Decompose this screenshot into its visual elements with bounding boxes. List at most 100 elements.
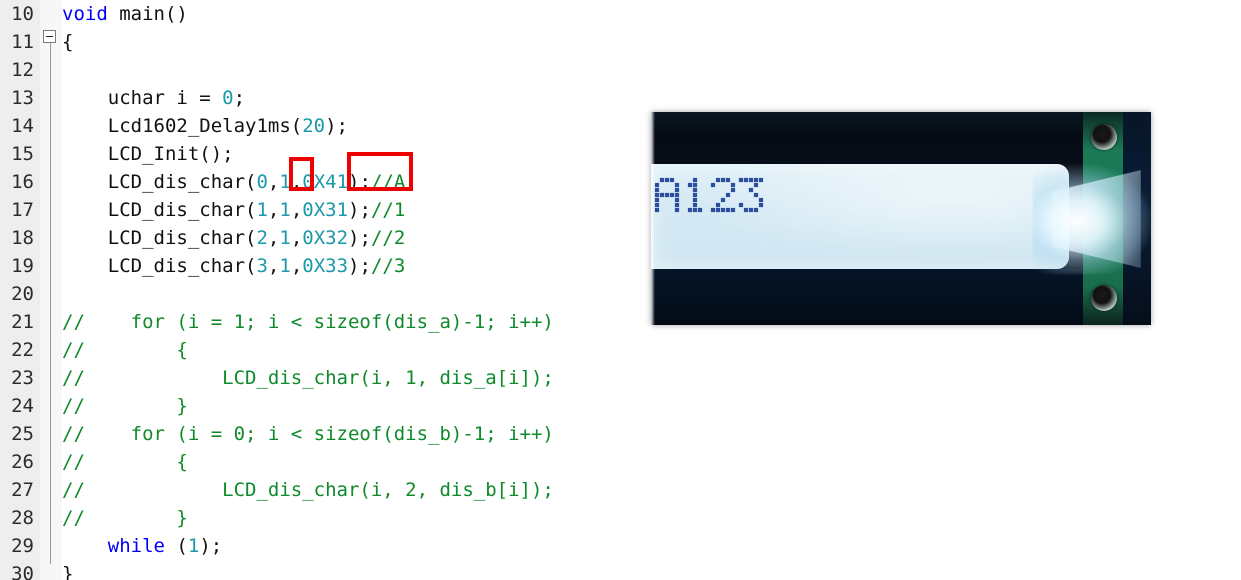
code-token: ,	[267, 199, 280, 221]
line-number: 21	[11, 311, 34, 333]
code-token: );	[348, 171, 371, 193]
code-token: void	[62, 3, 108, 25]
code-token: {	[62, 31, 74, 53]
code-token: LCD_dis_char(	[62, 227, 257, 249]
line-number: 25	[11, 423, 34, 445]
code-line-text: while (1);	[62, 532, 222, 560]
lcd-screen-area	[651, 164, 1069, 269]
line-number: 11	[11, 31, 34, 53]
code-token: ,	[267, 255, 280, 277]
code-token: // for (i = 1; i < sizeof(dis_a)-1; i++)	[62, 311, 554, 333]
code-token: 3	[256, 255, 268, 277]
code-line[interactable]: 25 // for (i = 0; i < sizeof(dis_b)-1; i+…	[0, 420, 1241, 448]
code-line-text: void main()	[62, 0, 188, 28]
line-number: 10	[11, 3, 34, 25]
code-token: ,	[290, 171, 303, 193]
code-token: LCD_Init();	[62, 143, 234, 165]
code-token: );	[348, 199, 371, 221]
line-number: 22	[11, 339, 34, 361]
lcd-glyph-1	[683, 178, 707, 212]
line-number: 20	[11, 283, 34, 305]
code-line-text: // LCD_dis_char(i, 1, dis_a[i]);	[62, 364, 554, 392]
line-number: 12	[11, 59, 34, 81]
code-line[interactable]: 29 while (1);	[0, 532, 1241, 560]
code-line-text: LCD_Init();	[62, 140, 234, 168]
code-token: // }	[62, 507, 188, 529]
code-token: // }	[62, 395, 188, 417]
code-token: //1	[370, 199, 406, 221]
code-line[interactable]: 24 // }	[0, 392, 1241, 420]
code-token: // {	[62, 339, 188, 361]
code-token: 1	[279, 255, 291, 277]
code-token: LCD_dis_char(	[62, 199, 257, 221]
code-token: while	[107, 535, 165, 557]
code-token: 1	[279, 227, 291, 249]
code-line[interactable]: 26 // {	[0, 448, 1241, 476]
line-number: 16	[11, 171, 34, 193]
code-line[interactable]: 28 // }	[0, 504, 1241, 532]
code-token: 0	[222, 87, 234, 109]
line-number: 19	[11, 255, 34, 277]
code-line[interactable]: 11 {	[0, 28, 1241, 56]
code-line-text: // for (i = 1; i < sizeof(dis_a)-1; i++)	[62, 308, 554, 336]
code-token: 1	[256, 199, 268, 221]
code-token: 1	[187, 535, 200, 557]
code-token: 20	[302, 115, 326, 137]
code-line-text: // {	[62, 448, 188, 476]
code-line[interactable]: 22 // {	[0, 336, 1241, 364]
line-number: 29	[11, 535, 34, 557]
pcb-mounting-hole-top	[1091, 124, 1117, 150]
code-token: 0X33	[302, 255, 349, 277]
code-line[interactable]: 12	[0, 56, 1241, 84]
code-line[interactable]: 10 void main()	[0, 0, 1241, 28]
code-token: 0X31	[302, 199, 349, 221]
code-line-text: uchar i = 0;	[62, 84, 245, 112]
code-line-text: {	[62, 28, 73, 56]
line-number: 13	[11, 87, 34, 109]
code-line[interactable]: 23 // LCD_dis_char(i, 1, dis_a[i]);	[0, 364, 1241, 392]
code-line-text: LCD_dis_char(0,1,0X41);//A	[62, 168, 406, 196]
code-token: 1	[279, 171, 291, 193]
code-line-text: // }	[62, 504, 188, 532]
code-line[interactable]: 27 // LCD_dis_char(i, 2, dis_b[i]);	[0, 476, 1241, 504]
code-token: //3	[370, 255, 406, 277]
code-token: );	[348, 255, 371, 277]
screenshot-root: 10 void main() 11{12 13 uchar i = 0; 14 Lcd1…	[0, 0, 1241, 580]
code-token: // LCD_dis_char(i, 2, dis_b[i]);	[62, 479, 554, 501]
code-token: 2	[256, 227, 268, 249]
line-number: 30	[11, 563, 34, 580]
code-token: //A	[370, 171, 406, 193]
lcd-glyph-2	[711, 178, 735, 212]
line-number: 15	[11, 143, 34, 165]
code-line-text: // {	[62, 336, 188, 364]
code-line-text: LCD_dis_char(3,1,0X33);//3	[62, 252, 406, 280]
code-line-text: // LCD_dis_char(i, 2, dis_b[i]);	[62, 476, 554, 504]
code-line-text: LCD_dis_char(2,1,0X32);//2	[62, 224, 406, 252]
pcb-mounting-hole-bottom	[1091, 285, 1117, 311]
line-number: 14	[11, 115, 34, 137]
code-token: ,	[290, 227, 303, 249]
code-token: //2	[370, 227, 406, 249]
code-line-text: Lcd1602_Delay1ms(20);	[62, 112, 348, 140]
line-number: 24	[11, 395, 34, 417]
code-token: ,	[290, 199, 303, 221]
code-token: );	[199, 535, 223, 557]
code-token: LCD_dis_char(	[62, 171, 257, 193]
code-line-text: // }	[62, 392, 188, 420]
code-token: 0	[256, 171, 268, 193]
code-token: Lcd1602_Delay1ms(	[62, 115, 303, 137]
code-token: main()	[107, 3, 188, 25]
code-token: ,	[290, 255, 303, 277]
line-number: 23	[11, 367, 34, 389]
code-token: uchar i =	[62, 87, 223, 109]
code-token: // LCD_dis_char(i, 1, dis_a[i]);	[62, 367, 554, 389]
photo-left-edge	[651, 112, 655, 325]
code-line-text: LCD_dis_char(1,1,0X31);//1	[62, 196, 406, 224]
code-line[interactable]: 13 uchar i = 0;	[0, 84, 1241, 112]
code-token: 0X41	[302, 171, 349, 193]
code-line[interactable]: 30}	[0, 560, 1241, 580]
code-token: 1	[279, 199, 291, 221]
lcd-glyph-3	[739, 178, 763, 212]
code-line-text: // for (i = 0; i < sizeof(dis_b)-1; i++)	[62, 420, 554, 448]
